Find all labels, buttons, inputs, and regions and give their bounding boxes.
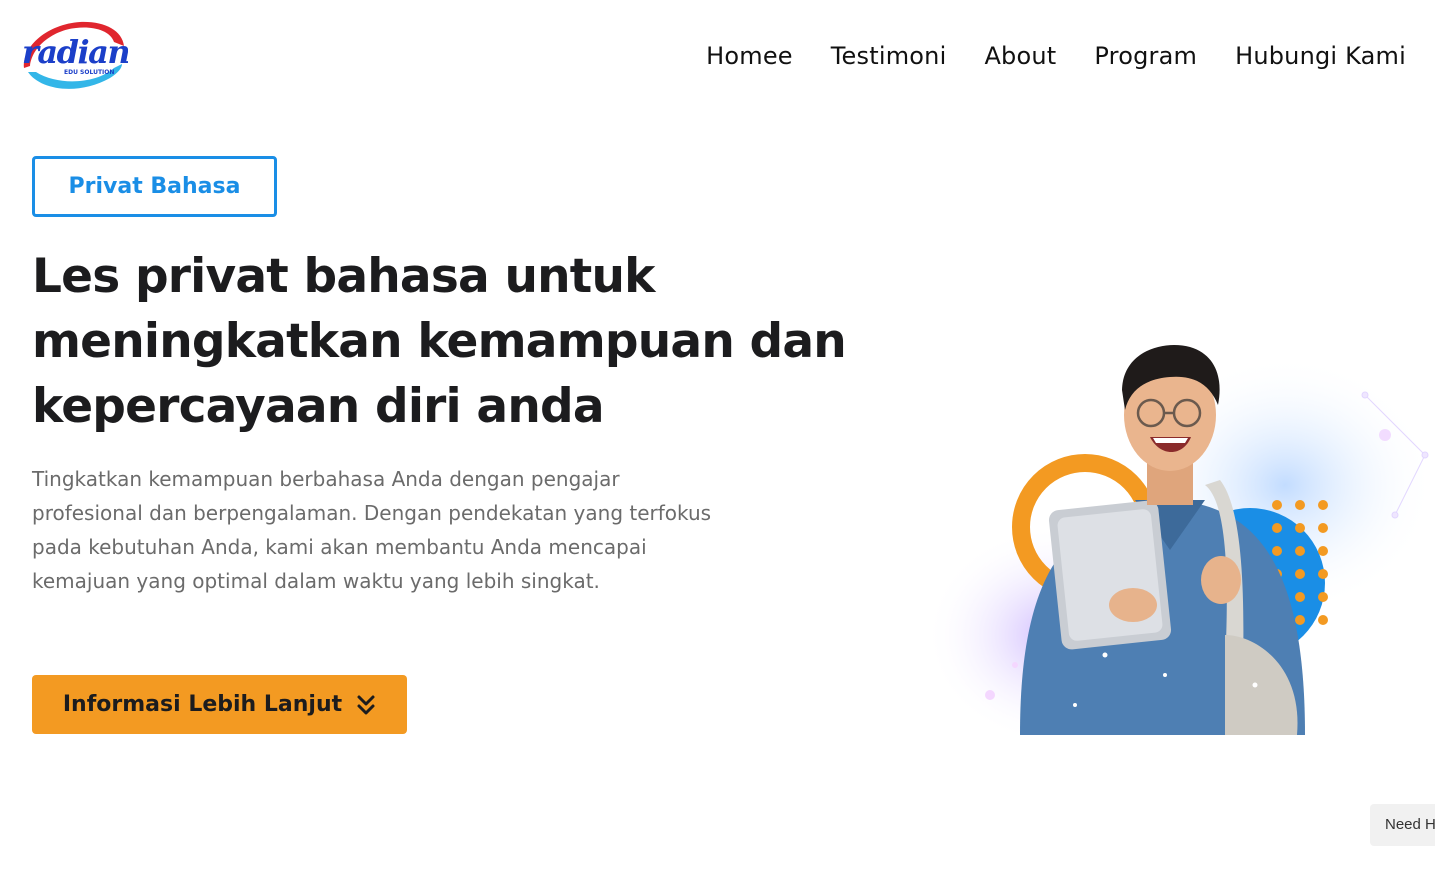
- nav-link-testimoni[interactable]: Testimoni: [812, 38, 966, 74]
- hero-headline: Les privat bahasa untuk meningkatkan kem…: [32, 244, 912, 439]
- need-help-chip[interactable]: Need He: [1370, 804, 1435, 846]
- svg-text:EDU SOLUTION: EDU SOLUTION: [64, 69, 114, 76]
- headline-line-2: meningkatkan kemampuan dan: [32, 314, 847, 369]
- nav-link-program[interactable]: Program: [1075, 38, 1216, 74]
- hero-description: Tingkatkan kemampuan berbahasa Anda deng…: [32, 467, 712, 593]
- headline-line-3: kepercayaan diri anda: [32, 379, 605, 434]
- nav-link-about[interactable]: About: [965, 38, 1075, 74]
- nav-link-homee[interactable]: Homee: [687, 38, 812, 74]
- svg-text:radian: radian: [22, 33, 128, 71]
- logo-image: radian EDU SOLUTION: [22, 21, 128, 89]
- main-nav: Homee Testimoni About Program Hubungi Ka…: [687, 38, 1425, 74]
- nav-link-hubungi-kami[interactable]: Hubungi Kami: [1216, 38, 1425, 74]
- radian-logo[interactable]: radian EDU SOLUTION: [18, 16, 128, 94]
- more-info-button[interactable]: Informasi Lebih Lanjut: [32, 675, 407, 734]
- headline-line-1: Les privat bahasa untuk: [32, 249, 655, 304]
- hero-student-image: [925, 335, 1435, 735]
- more-info-label: Informasi Lebih Lanjut: [62, 692, 343, 717]
- double-chevron-down-icon: [357, 695, 375, 714]
- privat-bahasa-tag: Privat Bahasa: [32, 156, 277, 217]
- need-help-label: Need He: [1385, 816, 1435, 833]
